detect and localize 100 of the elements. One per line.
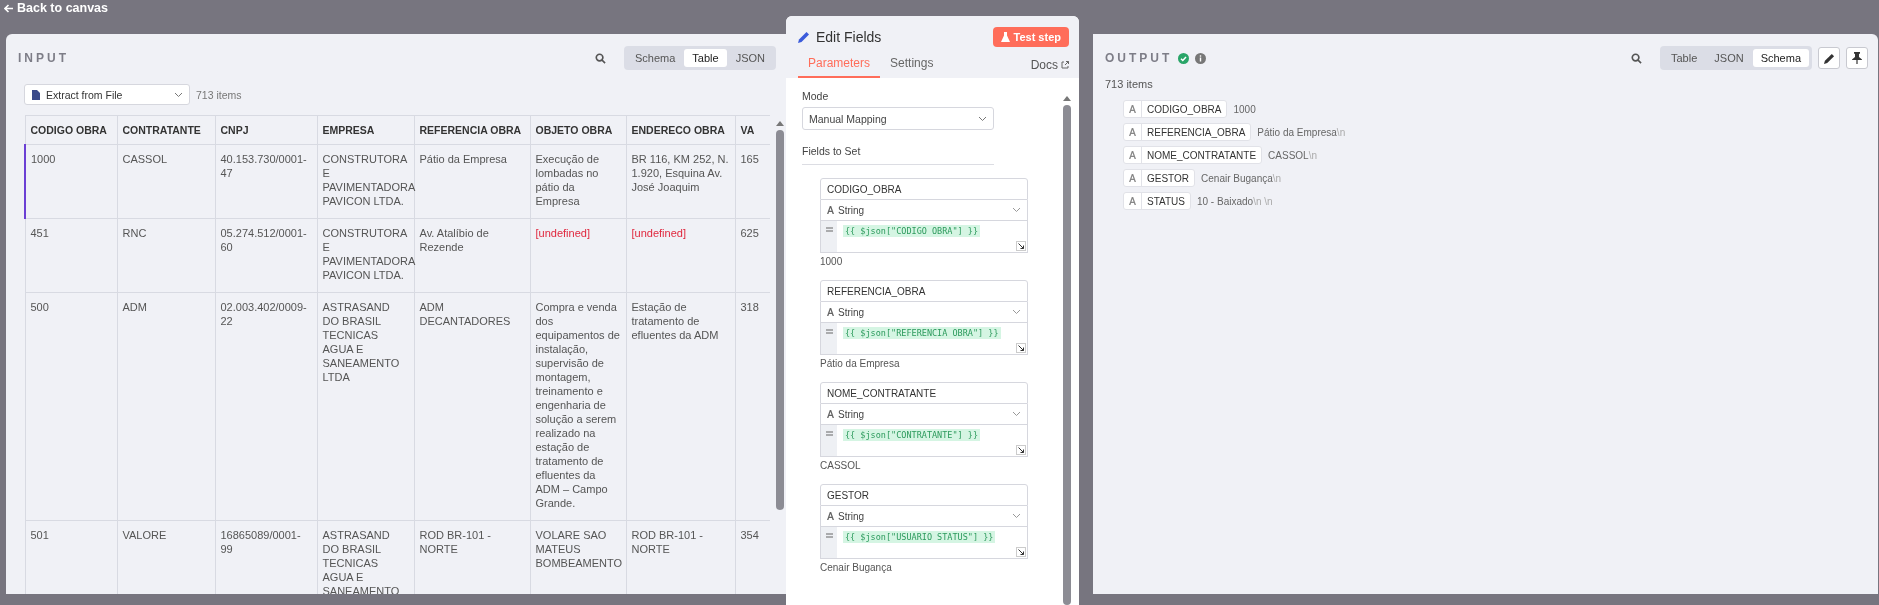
table-cell: CONSTRUTORA E PAVIMENTADORA PAVICON LTDA. bbox=[317, 144, 414, 219]
field-name-input[interactable]: GESTOR bbox=[820, 484, 1028, 506]
type-select[interactable]: String bbox=[820, 200, 1028, 221]
external-link-icon bbox=[1061, 61, 1069, 69]
column-header: EMPRESA bbox=[317, 115, 414, 145]
result-preview: Pátio da Empresa bbox=[820, 358, 901, 369]
result-preview: 1000 bbox=[820, 256, 844, 267]
result-preview: Cenair Bugança bbox=[820, 562, 893, 573]
pencil-icon bbox=[798, 31, 810, 43]
column-header: VA bbox=[735, 115, 771, 145]
search-icon[interactable] bbox=[1631, 52, 1642, 64]
table-cell: 02.003.402/0009-22 bbox=[215, 292, 317, 521]
table-cell: 500 bbox=[25, 292, 117, 521]
chevron-down-icon bbox=[174, 91, 183, 98]
text-type-icon bbox=[1129, 197, 1136, 205]
item-count: 713 items bbox=[1104, 77, 1154, 92]
field-label: Mode bbox=[802, 90, 830, 102]
pin-button[interactable] bbox=[1846, 47, 1868, 69]
text-type-icon bbox=[827, 308, 834, 316]
info-icon[interactable] bbox=[1195, 52, 1207, 64]
back-to-canvas-link[interactable]: Back to canvas bbox=[4, 1, 109, 15]
column-header: ENDERECO OBRA bbox=[626, 115, 735, 145]
search-icon[interactable] bbox=[595, 52, 606, 64]
table-cell: 40.153.730/0001-47 bbox=[215, 144, 317, 219]
type-select[interactable]: String bbox=[820, 506, 1028, 527]
schema-key[interactable]: GESTOR bbox=[1123, 169, 1196, 187]
text-type-icon bbox=[1129, 151, 1136, 159]
schema-key[interactable]: NOME_CONTRATANTE bbox=[1123, 146, 1263, 164]
field-name-input[interactable]: NOME_CONTRATANTE bbox=[820, 382, 1028, 404]
table-cell: Estação de tratamento de efluentes da ADM bbox=[626, 292, 735, 521]
text-type-icon bbox=[1129, 128, 1136, 136]
table-cell: RNC bbox=[117, 218, 215, 293]
expand-icon[interactable] bbox=[1016, 241, 1026, 251]
table-cell: Compra e venda dos equipamentos de instalação, supervisão de montagem, treinamento e engenharia de solução a serem realizado na estação de tratamento de efluentes da ADM – Campo Grande. bbox=[530, 292, 626, 521]
arrow-left-icon bbox=[4, 3, 14, 13]
table-cell: [undefined] bbox=[530, 218, 626, 293]
schema-value: Cenair Bugança\n bbox=[1201, 172, 1282, 184]
view-mode-tab[interactable]: JSON bbox=[1706, 49, 1752, 67]
column-header: CNPJ bbox=[215, 115, 317, 145]
chevron-down-icon bbox=[1012, 513, 1021, 519]
field-name-input[interactable]: CODIGO_OBRA bbox=[820, 178, 1028, 200]
type-select[interactable]: String bbox=[820, 302, 1028, 323]
equals-icon bbox=[825, 533, 833, 538]
table-cell: [undefined] bbox=[626, 218, 735, 293]
mode-select[interactable]: Manual Mapping bbox=[802, 107, 994, 130]
table-cell: ADM DECANTADORES bbox=[414, 292, 530, 521]
scroll-up-arrow-icon[interactable] bbox=[776, 121, 785, 126]
equals-icon bbox=[825, 329, 833, 334]
table-cell: Pátio da Empresa bbox=[414, 144, 530, 219]
table-cell: ASTRASAND DO BRASIL TECNICAS AGUA E SANEAMENTO LTDA bbox=[317, 292, 414, 521]
chevron-down-icon bbox=[1012, 411, 1021, 417]
table-cell: CASSOL bbox=[117, 144, 215, 219]
result-preview: CASSOL bbox=[820, 460, 862, 471]
text-type-icon bbox=[827, 410, 834, 418]
type-select[interactable]: String bbox=[820, 404, 1028, 425]
table-cell: ADM bbox=[117, 292, 215, 521]
table-cell: 1000 bbox=[25, 144, 117, 219]
panel-title: INPUT bbox=[18, 51, 69, 65]
schema-value: CASSOL\n bbox=[1268, 149, 1317, 161]
view-mode-tab[interactable]: Table bbox=[1663, 49, 1706, 67]
column-header: CONTRATANTE bbox=[117, 115, 215, 145]
table-cell: BR 116, KM 252, N. 1.920, Esquina Av. José Joaquim bbox=[626, 144, 735, 219]
table-cell: CONSTRUTORA E PAVIMENTADORA PAVICON LTDA. bbox=[317, 218, 414, 293]
file-icon bbox=[31, 89, 41, 100]
schema-key[interactable]: STATUS bbox=[1123, 192, 1191, 210]
panel-title: OUTPUT bbox=[1105, 51, 1173, 65]
text-type-icon bbox=[1129, 105, 1136, 113]
schema-value: 1000 bbox=[1233, 103, 1256, 115]
source-node-select[interactable]: Extract from File bbox=[24, 84, 190, 105]
table-cell: Av. Atalíbio de Rezende bbox=[414, 218, 530, 293]
expand-icon[interactable] bbox=[1016, 547, 1026, 557]
view-mode-tab[interactable]: Table bbox=[684, 49, 727, 67]
chevron-down-icon bbox=[1012, 309, 1021, 315]
docs-link[interactable]: Docs bbox=[1030, 58, 1069, 78]
scroll-up-arrow-icon[interactable] bbox=[1063, 96, 1072, 101]
success-check-icon bbox=[1178, 52, 1190, 64]
node-title: Edit Fields bbox=[816, 29, 882, 45]
table-cell: 05.274.512/0001-60 bbox=[215, 218, 317, 293]
schema-value: Pátio da Empresa\n bbox=[1257, 126, 1346, 138]
table-cell: 501 bbox=[25, 520, 117, 594]
text-type-icon bbox=[827, 512, 834, 520]
table-cell: Execução de lombadas no pátio da Empresa bbox=[530, 144, 626, 219]
view-mode-tab[interactable]: JSON bbox=[727, 49, 773, 67]
node-tab[interactable]: Settings bbox=[880, 56, 944, 78]
pin-icon bbox=[1852, 52, 1862, 64]
expand-icon[interactable] bbox=[1016, 445, 1026, 455]
view-mode-tab[interactable]: Schema bbox=[1752, 49, 1809, 67]
chevron-down-icon bbox=[1012, 207, 1021, 213]
text-type-icon bbox=[827, 206, 834, 214]
column-header: REFERENCIA OBRA bbox=[414, 115, 530, 145]
equals-icon bbox=[825, 431, 833, 436]
expand-icon[interactable] bbox=[1016, 343, 1026, 353]
field-name-input[interactable]: REFERENCIA_OBRA bbox=[820, 280, 1028, 302]
schema-key[interactable]: CODIGO_OBRA bbox=[1123, 100, 1228, 118]
edit-button[interactable] bbox=[1818, 47, 1840, 69]
schema-key[interactable]: REFERENCIA_OBRA bbox=[1123, 123, 1252, 141]
view-mode-tab[interactable]: Schema bbox=[627, 49, 684, 67]
schema-value: 10 - Baixado\n \n bbox=[1196, 195, 1273, 207]
equals-icon bbox=[825, 227, 833, 232]
column-header: OBJETO OBRA bbox=[530, 115, 626, 145]
